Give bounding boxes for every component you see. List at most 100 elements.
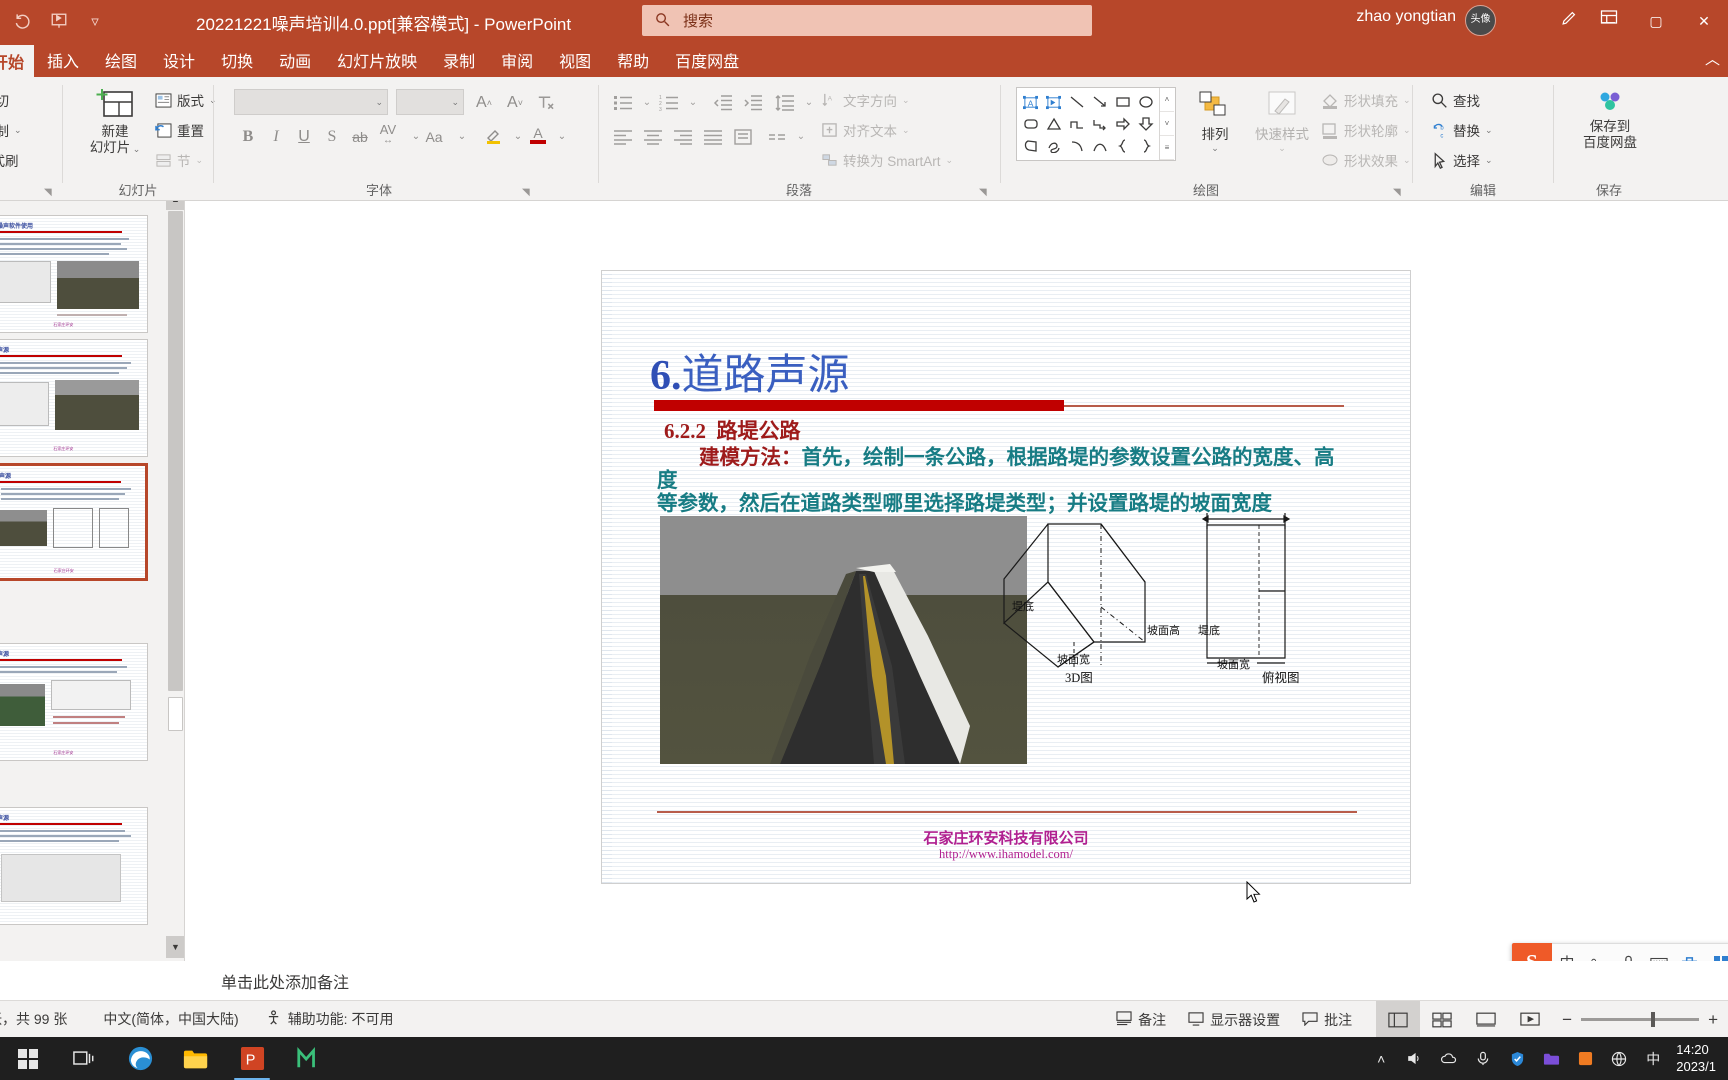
view-slideshow-button[interactable] [1508, 1001, 1552, 1038]
shape-elbow-connector-icon[interactable] [1065, 113, 1088, 135]
tab-1[interactable]: 插入 [34, 42, 92, 77]
clock[interactable]: 14:20 2023/1 [1670, 1042, 1728, 1075]
reset-button[interactable]: 重置 [155, 117, 204, 143]
shape-scribble-icon[interactable] [1042, 135, 1065, 157]
quick-styles-chevron-down-icon[interactable]: ⌄ [1278, 143, 1286, 154]
edge-icon[interactable] [112, 1037, 168, 1080]
zoom-in-button[interactable]: + [1708, 1010, 1718, 1030]
text-shadow-button[interactable]: S [318, 123, 346, 150]
tab-5[interactable]: 动画 [266, 42, 324, 77]
cut-button[interactable]: 剪切 [0, 87, 9, 113]
format-painter-button[interactable]: 格式刷 [0, 147, 19, 173]
find-button[interactable]: 查找 [1431, 87, 1480, 113]
quick-styles-button[interactable]: 快速样式 ⌄ [1249, 89, 1315, 154]
shape-effects-chevron-down-icon[interactable]: ⌄ [1403, 155, 1411, 166]
underline-button[interactable]: U [290, 123, 318, 150]
zoom-knob[interactable] [1651, 1012, 1656, 1027]
start-button[interactable] [0, 1037, 56, 1080]
close-button[interactable]: ✕ [1680, 0, 1728, 42]
customize-quick-access-chevron-down-icon[interactable]: ▿ [78, 6, 112, 36]
list-item[interactable]: 声源 [0, 807, 148, 925]
section-chevron-down-icon[interactable]: ⌄ [196, 155, 204, 166]
scroll-up-arrow-icon[interactable]: ▲ [166, 201, 184, 210]
search-input[interactable]: 搜索 [642, 5, 1092, 36]
increase-font-size-button[interactable]: A ˄ [470, 89, 498, 116]
replace-button[interactable]: bc 替换 ⌄ [1431, 117, 1493, 143]
globe-icon[interactable] [1602, 1037, 1636, 1080]
pen-icon[interactable] [1561, 9, 1578, 31]
volume-icon[interactable] [1398, 1037, 1432, 1080]
comments-button[interactable]: 批注 [1302, 1010, 1352, 1030]
tab-10[interactable]: 帮助 [604, 42, 662, 77]
powerpoint-icon[interactable]: P [224, 1037, 280, 1080]
new-slide-button[interactable]: 新建 幻灯片 ⌄ [85, 85, 145, 155]
decrease-font-size-button[interactable]: A ˅ [501, 89, 529, 116]
thumbnail-scrollbar[interactable]: ▲ ▼ [166, 201, 184, 961]
shapes-grid[interactable]: A [1017, 88, 1159, 160]
align-left-button[interactable] [609, 123, 637, 150]
shapes-gallery-scrollbar[interactable]: ˄ ˅ ≡ [1159, 88, 1174, 160]
change-case-button[interactable]: Aa [420, 123, 448, 150]
shape-fill-chevron-down-icon[interactable]: ⌄ [1403, 95, 1411, 106]
tab-7[interactable]: 录制 [430, 42, 488, 77]
increase-indent-button[interactable] [739, 89, 767, 116]
distribute-text-button[interactable] [729, 123, 757, 150]
shape-line-icon[interactable] [1065, 91, 1088, 113]
list-item[interactable]: 声源 石家庄环安 [0, 339, 148, 457]
zoom-slider[interactable]: − + [1552, 1010, 1728, 1030]
shield-icon[interactable] [1500, 1037, 1534, 1080]
font-name-chevron-down-icon[interactable]: ⌄ [375, 97, 383, 108]
clear-all-formatting-icon[interactable] [530, 89, 558, 116]
shape-arrow-icon[interactable] [1088, 91, 1111, 113]
display-settings-button[interactable]: 显示器设置 [1188, 1010, 1280, 1030]
convert-to-smartart-button[interactable]: 转换为 SmartArt ⌄ [821, 147, 953, 173]
view-reading-button[interactable] [1464, 1001, 1508, 1038]
section-button[interactable]: 节 ⌄ [155, 147, 203, 173]
app-icon[interactable] [280, 1037, 336, 1080]
shape-curve-icon[interactable] [1065, 135, 1088, 157]
smartart-chevron-down-icon[interactable]: ⌄ [946, 155, 954, 166]
shape-arc-icon[interactable] [1088, 135, 1111, 157]
taskbar-ime-indicator[interactable]: 中 [1636, 1037, 1670, 1080]
font-dialog-launcher-icon[interactable]: ◥ [522, 187, 530, 198]
scroll-down-arrow-icon[interactable]: ▼ [166, 936, 184, 958]
shape-effects-button[interactable]: 形状效果 ⌄ [1321, 147, 1411, 173]
font-color-chevron-down-icon[interactable]: ⌄ [548, 123, 576, 150]
shape-right-brace-icon[interactable] [1134, 135, 1157, 157]
shape-left-brace-icon[interactable] [1111, 135, 1134, 157]
align-text-chevron-down-icon[interactable]: ⌄ [902, 125, 910, 136]
save-to-baidu-netdisk-button[interactable]: 保存到 百度网盘 [1570, 89, 1650, 150]
align-center-button[interactable] [639, 123, 667, 150]
accessibility-status[interactable]: 辅助功能: 不可用 [267, 1009, 393, 1029]
tab-2[interactable]: 绘图 [92, 42, 150, 77]
layout-button[interactable]: 版式 ⌄ [155, 87, 217, 113]
shape-freeform-icon[interactable] [1019, 135, 1042, 157]
copy-button[interactable]: 复制 ⌄ [0, 117, 22, 143]
tab-8[interactable]: 审阅 [488, 42, 546, 77]
avatar[interactable]: 头像 [1465, 5, 1496, 36]
character-spacing-button[interactable]: AV ↔ [374, 121, 402, 148]
align-text-button[interactable]: 对齐文本 ⌄ [821, 117, 910, 143]
text-direction-button[interactable]: A 文字方向 ⌄ [821, 87, 910, 113]
shape-oval-icon[interactable] [1134, 91, 1157, 113]
tab-11[interactable]: 百度网盘 [662, 42, 752, 77]
arrange-button[interactable]: 排列 ⌄ [1186, 89, 1244, 154]
zoom-out-button[interactable]: − [1562, 1010, 1572, 1030]
shape-text-box-icon[interactable]: A [1019, 91, 1042, 113]
slide-canvas-area[interactable]: 6.道路声源 6.2.2 路堤公路 建模方法：首先，绘制一条公路，根据路堤的参数… [186, 201, 1728, 982]
tab-0[interactable]: 开始 [0, 42, 35, 77]
app-orange-icon[interactable] [1568, 1037, 1602, 1080]
tab-9[interactable]: 视图 [546, 42, 604, 77]
italic-button[interactable]: I [262, 123, 290, 150]
paragraph-dialog-launcher-icon[interactable]: ◥ [979, 187, 987, 198]
slide-thumbnail-pane[interactable]: 噪声软件使用 石家庄环安 声源 [0, 201, 185, 961]
shapes-scroll-up-icon[interactable]: ˄ [1160, 88, 1174, 112]
numbering-chevron-down-icon[interactable]: ⌄ [679, 89, 707, 116]
shape-down-arrow-icon[interactable] [1134, 113, 1157, 135]
clipboard-dialog-launcher-icon[interactable]: ◥ [44, 187, 52, 198]
list-item[interactable]: 噪声软件使用 石家庄环安 [0, 215, 148, 333]
shape-triangle-icon[interactable] [1042, 113, 1065, 135]
tab-6[interactable]: 幻灯片放映 [324, 42, 430, 77]
shape-arrow-text-icon[interactable] [1042, 91, 1065, 113]
shapes-more-icon[interactable]: ≡ [1160, 136, 1174, 160]
